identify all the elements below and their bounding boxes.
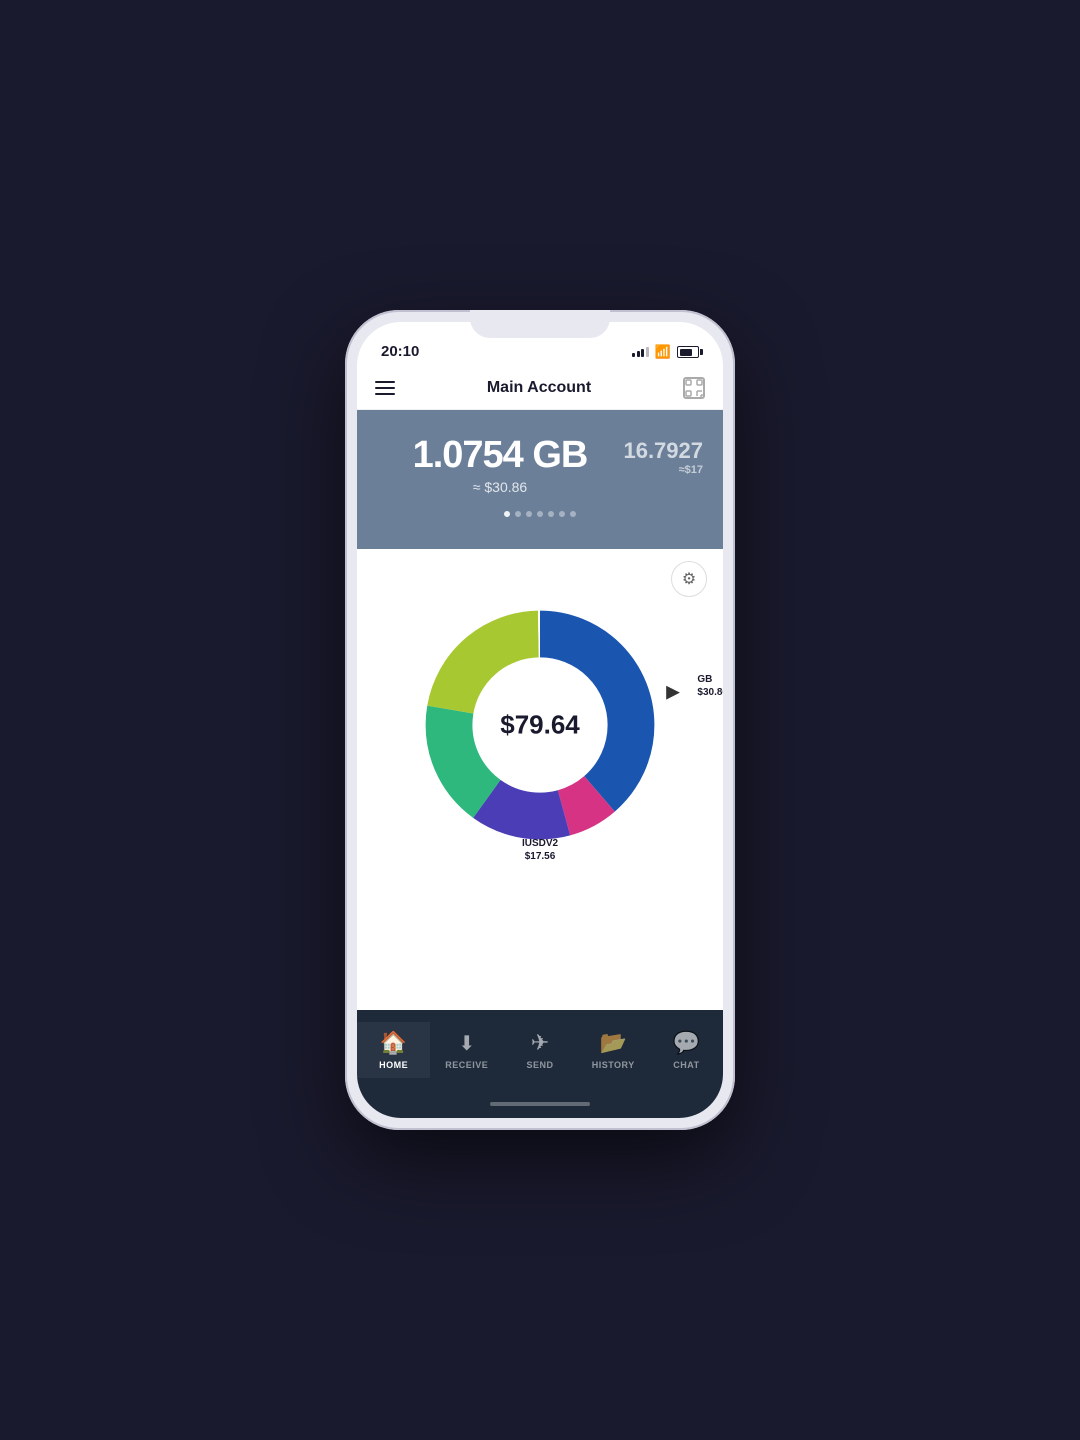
phone-screen: 20:10 📶 Main Account	[357, 322, 723, 1118]
dot-6[interactable]	[559, 511, 565, 517]
top-nav: Main Account	[357, 366, 723, 410]
status-time: 20:10	[381, 343, 419, 360]
label-ibitv2-value: $14.19	[396, 780, 427, 793]
label-ithv2: ITHV2 $11.35	[414, 643, 444, 669]
label-ithv2-name: ITHV2	[414, 643, 444, 656]
nav-send[interactable]: ✈ SEND	[503, 1022, 576, 1078]
account-title: Main Account	[487, 379, 591, 397]
send-label: SEND	[527, 1060, 554, 1070]
receive-label: RECEIVE	[445, 1060, 488, 1070]
chart-container: $79.64 GB $30.86 ▶ IAUG $5.67 ITHV2	[373, 595, 707, 855]
battery-icon	[677, 346, 699, 358]
carousel-dots	[377, 511, 703, 517]
home-indicator	[357, 1090, 723, 1118]
dot-1[interactable]	[504, 511, 510, 517]
label-iaug-name: IAUG	[603, 587, 628, 600]
receive-icon: ⬇	[458, 1031, 475, 1056]
balance-usd: ≈ $30.86	[377, 479, 623, 495]
nav-home[interactable]: 🏠 HOME	[357, 1022, 430, 1078]
nav-receive[interactable]: ⬇ RECEIVE	[430, 1023, 503, 1078]
label-iaug: IAUG $5.67	[603, 587, 628, 613]
donut-center-total: $79.64	[500, 710, 580, 741]
home-label: HOME	[379, 1060, 408, 1070]
main-content: ⚙	[357, 549, 723, 1010]
donut-chart: $79.64 GB $30.86 ▶ IAUG $5.67 ITHV2	[410, 595, 670, 855]
dot-5[interactable]	[548, 511, 554, 517]
secondary-amount: 16.7927	[623, 438, 703, 464]
label-iusdv2-value: $17.56	[522, 850, 558, 863]
balance-amount: 1.0754 GB	[377, 434, 623, 477]
wifi-icon: 📶	[655, 344, 671, 360]
status-icons: 📶	[632, 344, 699, 360]
arrow-pointer: ▶	[666, 683, 680, 704]
nav-history[interactable]: 📂 HISTORY	[577, 1022, 650, 1078]
history-icon: 📂	[600, 1030, 627, 1056]
label-iusdv2: IUSDV2 $17.56	[522, 837, 558, 863]
send-icon: ✈	[531, 1030, 549, 1056]
chat-icon: 💬	[673, 1030, 700, 1056]
phone-notch	[470, 310, 610, 338]
balance-card: 1.0754 GB ≈ $30.86 16.7927 ≈$17	[357, 410, 723, 549]
dot-4[interactable]	[537, 511, 543, 517]
settings-button[interactable]: ⚙	[671, 561, 707, 597]
home-bar	[490, 1102, 590, 1106]
label-ibitv2-name: IBITV2	[396, 767, 427, 780]
scan-button[interactable]	[683, 377, 705, 399]
phone-device: 20:10 📶 Main Account	[345, 310, 735, 1130]
signal-icon	[632, 347, 649, 357]
home-icon: 🏠	[380, 1030, 407, 1056]
label-gb: GB $30.86	[697, 673, 723, 699]
label-ithv2-value: $11.35	[414, 656, 444, 669]
label-iaug-value: $5.67	[603, 600, 628, 613]
secondary-balance: 16.7927 ≈$17	[623, 434, 703, 476]
label-iusdv2-name: IUSDV2	[522, 837, 558, 850]
label-gb-name: GB	[697, 673, 723, 686]
dot-7[interactable]	[570, 511, 576, 517]
gear-icon: ⚙	[682, 569, 696, 589]
label-gb-value: $30.86	[697, 686, 723, 699]
nav-chat[interactable]: 💬 CHAT	[650, 1022, 723, 1078]
total-value: $79.64	[500, 710, 580, 740]
dot-3[interactable]	[526, 511, 532, 517]
secondary-usd: ≈$17	[623, 464, 703, 476]
dot-2[interactable]	[515, 511, 521, 517]
menu-button[interactable]	[375, 381, 395, 395]
history-label: HISTORY	[592, 1060, 635, 1070]
bottom-nav: 🏠 HOME ⬇ RECEIVE ✈ SEND 📂 HISTORY 💬 CHAT	[357, 1010, 723, 1090]
primary-balance: 1.0754 GB ≈ $30.86	[377, 434, 623, 495]
chat-label: CHAT	[673, 1060, 699, 1070]
label-ibitv2: IBITV2 $14.19	[396, 767, 427, 793]
